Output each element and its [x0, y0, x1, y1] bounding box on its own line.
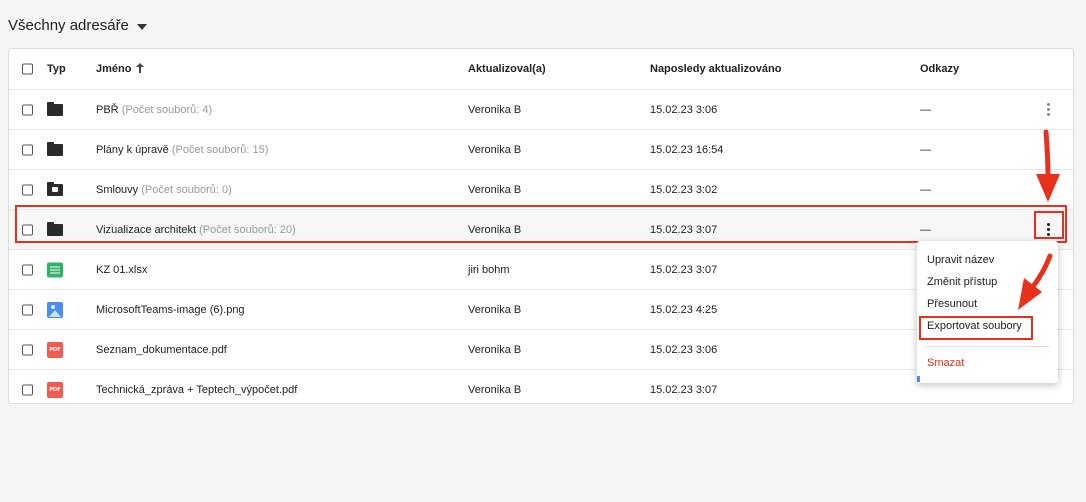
caret-down-icon: [136, 23, 147, 30]
select-all-checkbox[interactable]: [22, 63, 33, 75]
file-table: Typ Jméno Aktualizoval(a) Naposledy aktu…: [8, 48, 1074, 404]
updated-by: Veronika B: [468, 103, 522, 116]
folder-icon: [47, 101, 63, 116]
more-options-icon[interactable]: [1039, 220, 1057, 240]
table-row[interactable]: PBŘ (Počet souborů: 4) Veronika B 15.02.…: [9, 89, 1073, 129]
updated-by: Veronika B: [468, 303, 522, 316]
pdf-icon: PDF: [47, 381, 63, 398]
row-checkbox[interactable]: [22, 224, 33, 235]
lock-icon: [52, 186, 58, 192]
last-updated: 15.02.23 3:07: [650, 383, 718, 396]
spreadsheet-icon: [47, 262, 63, 277]
table-row-selected[interactable]: Vizualizace architekt (Počet souborů: 20…: [9, 209, 1073, 249]
updated-by: Veronika B: [468, 383, 522, 396]
pdf-icon: PDF: [47, 341, 63, 358]
last-updated: 15.02.23 3:07: [650, 263, 718, 276]
file-name[interactable]: Seznam_dokumentace.pdf: [96, 344, 227, 356]
last-updated: 15.02.23 16:54: [650, 143, 724, 156]
file-name[interactable]: KZ 01.xlsx: [96, 264, 147, 276]
file-count: (Počet souborů: 15): [171, 143, 269, 156]
menu-item-export-files[interactable]: Exportovat soubory: [927, 320, 1022, 332]
updated-by: Veronika B: [468, 223, 522, 236]
context-menu: Upravit název Změnit přístup Přesunout E…: [917, 241, 1058, 383]
table-row[interactable]: MicrosoftTeams-image (6).png Veronika B …: [9, 289, 1073, 329]
row-checkbox[interactable]: [22, 264, 33, 275]
table-row[interactable]: Smlouvy (Počet souborů: 0) Veronika B 15…: [9, 169, 1073, 209]
column-header-last-updated[interactable]: Naposledy aktualizováno: [650, 63, 781, 75]
row-checkbox[interactable]: [22, 344, 33, 355]
image-file-icon: [47, 301, 63, 318]
updated-by: Veronika B: [468, 143, 522, 156]
file-name[interactable]: Plány k úpravě (Počet souborů: 15): [96, 144, 268, 156]
menu-item-delete[interactable]: Smazat: [927, 357, 964, 369]
links-value: —: [920, 223, 931, 236]
locked-folder-icon: [47, 181, 63, 196]
folder-icon: [47, 141, 63, 156]
links-value: —: [920, 183, 931, 196]
updated-by: Veronika B: [468, 343, 522, 356]
file-name[interactable]: Smlouvy (Počet souborů: 0): [96, 184, 232, 196]
directory-selector[interactable]: Všechny adresáře: [8, 17, 147, 34]
menu-item-move[interactable]: Přesunout: [927, 298, 977, 310]
last-updated: 15.02.23 3:06: [650, 103, 718, 116]
menu-item-change-access[interactable]: Změnit přístup: [927, 276, 997, 288]
file-count: (Počet souborů: 4): [121, 103, 213, 116]
row-checkbox[interactable]: [22, 384, 33, 395]
column-header-name[interactable]: Jméno: [96, 63, 145, 75]
folder-icon: [47, 221, 63, 236]
row-checkbox[interactable]: [22, 144, 33, 155]
more-options-icon[interactable]: [1039, 100, 1057, 120]
file-name[interactable]: PBŘ (Počet souborů: 4): [96, 104, 212, 116]
last-updated: 15.02.23 3:06: [650, 343, 718, 356]
file-name[interactable]: Technická_zpráva + Teptech_výpočet.pdf: [96, 384, 297, 396]
menu-divider: [925, 346, 1050, 347]
file-name[interactable]: Vizualizace architekt (Počet souborů: 20…: [96, 224, 296, 236]
column-header-updated-by[interactable]: Aktualizoval(a): [468, 63, 546, 75]
links-value: —: [920, 103, 931, 116]
last-updated: 15.02.23 4:25: [650, 303, 718, 316]
table-header: Typ Jméno Aktualizoval(a) Naposledy aktu…: [9, 49, 1073, 89]
last-updated: 15.02.23 3:02: [650, 183, 718, 196]
file-count: (Počet souborů: 0): [141, 183, 232, 196]
table-row[interactable]: KZ 01.xlsx jiri bohm 15.02.23 3:07: [9, 249, 1073, 289]
updated-by: Veronika B: [468, 183, 522, 196]
last-updated: 15.02.23 3:07: [650, 223, 718, 236]
row-checkbox[interactable]: [22, 304, 33, 315]
updated-by: jiri bohm: [468, 263, 510, 276]
row-checkbox[interactable]: [22, 184, 33, 195]
menu-edge-mark: [917, 376, 920, 382]
table-row[interactable]: PDF Technická_zpráva + Teptech_výpočet.p…: [9, 369, 1073, 409]
file-count: (Počet souborů: 20): [199, 223, 296, 236]
row-checkbox[interactable]: [22, 104, 33, 115]
menu-item-rename[interactable]: Upravit název: [927, 254, 994, 266]
file-name[interactable]: MicrosoftTeams-image (6).png: [96, 304, 245, 316]
links-value: —: [920, 143, 931, 156]
column-header-links[interactable]: Odkazy: [920, 63, 959, 75]
sort-ascending-icon: [136, 63, 145, 73]
table-row[interactable]: PDF Seznam_dokumentace.pdf Veronika B 15…: [9, 329, 1073, 369]
column-header-name-label: Jméno: [96, 63, 132, 75]
table-row[interactable]: Plány k úpravě (Počet souborů: 15) Veron…: [9, 129, 1073, 169]
column-header-type[interactable]: Typ: [47, 63, 66, 75]
page-title: Všechny adresáře: [8, 17, 129, 34]
